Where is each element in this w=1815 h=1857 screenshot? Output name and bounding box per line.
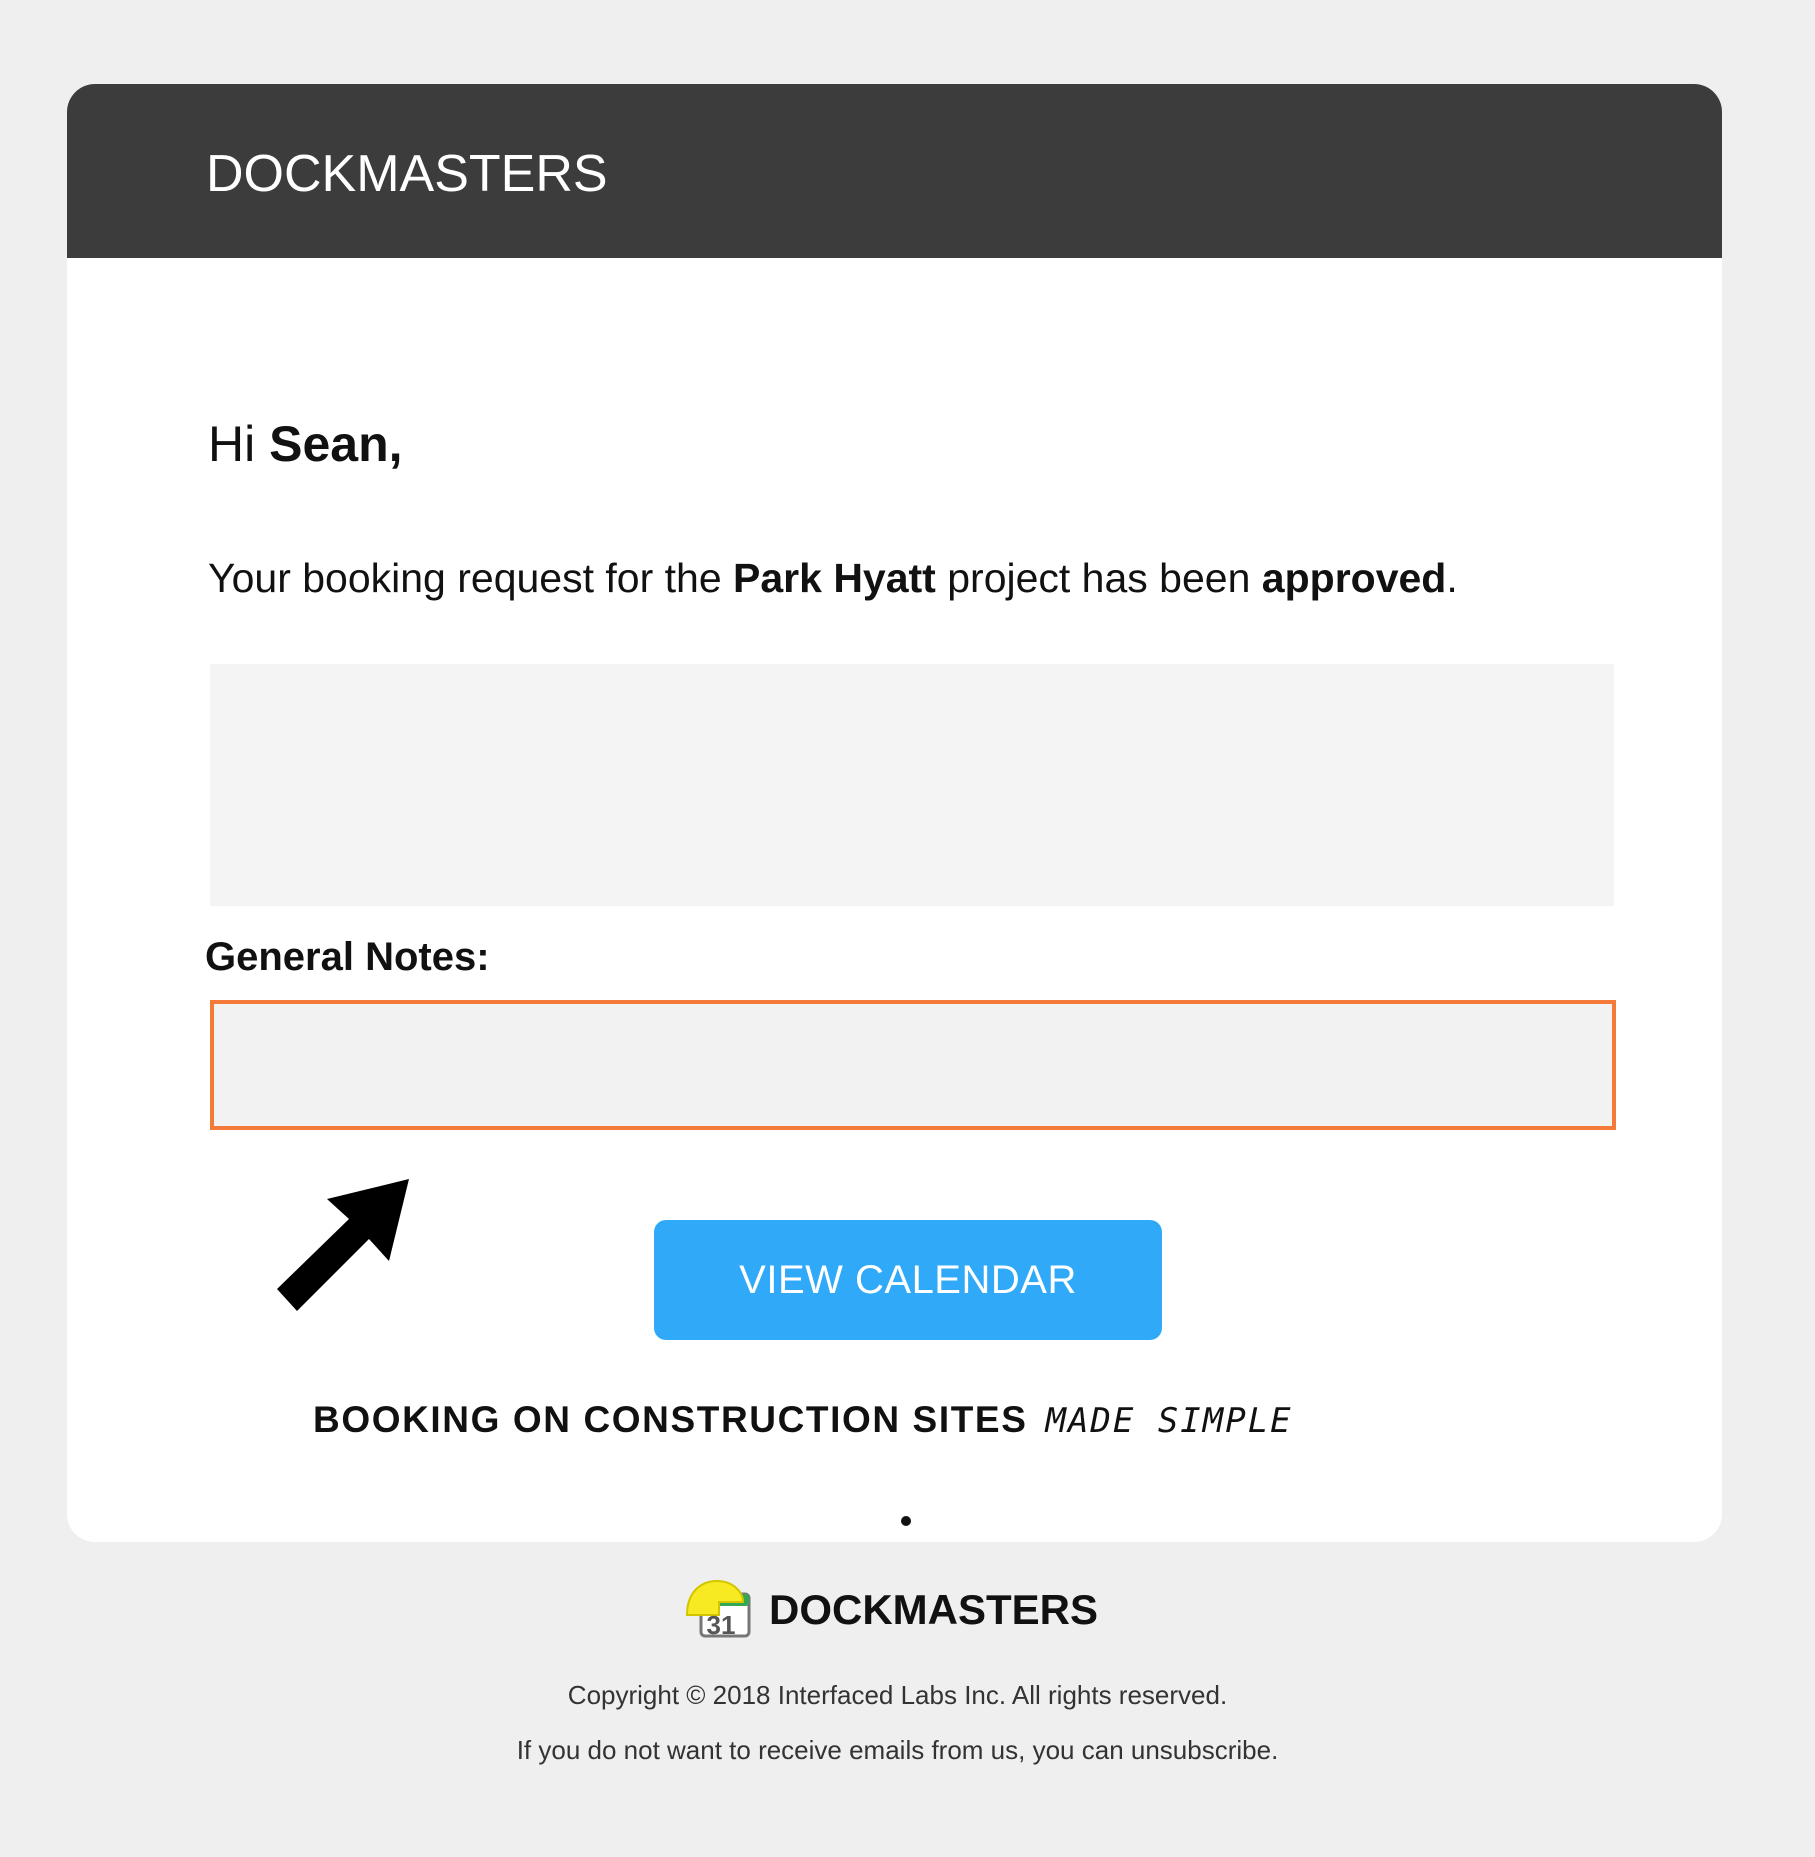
message-part-3: . [1446, 555, 1458, 601]
booking-details-box [210, 664, 1614, 906]
greeting-prefix: Hi [208, 416, 270, 472]
project-name: Park Hyatt [733, 555, 936, 601]
header-brand: DOCKMASTERS [206, 145, 608, 203]
footer-brand: DOCKMASTERS [769, 1586, 1099, 1633]
view-calendar-button[interactable]: VIEW CALENDAR [654, 1220, 1162, 1340]
greeting: Hi Sean, [208, 414, 403, 474]
footer-copyright: Copyright © 2018 Interfaced Labs Inc. Al… [567, 1680, 1228, 1710]
email-card: DOCKMASTERS Hi Sean, Your booking reques… [67, 84, 1722, 1542]
separator-dot [901, 1516, 911, 1526]
email-header: DOCKMASTERS [67, 84, 1722, 258]
arrow-pointer-icon [277, 1179, 409, 1311]
logo-number: 31 [707, 1610, 736, 1640]
general-notes-field[interactable] [210, 1000, 1616, 1130]
message-part-1: Your booking request for the [208, 555, 734, 601]
footer-logo[interactable]: 31 DOCKMASTERS [683, 1575, 1098, 1645]
general-notes-label: General Notes: [205, 935, 490, 979]
message-part-2: project has been [935, 555, 1262, 601]
tagline-strong-text: BOOKING ON CONSTRUCTION SITES [313, 1399, 1028, 1440]
booking-message: Your booking request for the Park Hyatt … [208, 552, 1458, 604]
approval-status: approved [1261, 555, 1447, 601]
greeting-name: Sean, [269, 416, 403, 472]
calendar-hardhat-logo-icon: 31 [685, 1579, 751, 1640]
tagline-handwritten-text: MADE SIMPLE [1045, 1401, 1293, 1441]
footer-unsubscribe[interactable]: If you do not want to receive emails fro… [0, 1730, 1795, 1770]
tagline: BOOKING ON CONSTRUCTION SITES MADE SIMPLE [313, 1399, 1293, 1441]
